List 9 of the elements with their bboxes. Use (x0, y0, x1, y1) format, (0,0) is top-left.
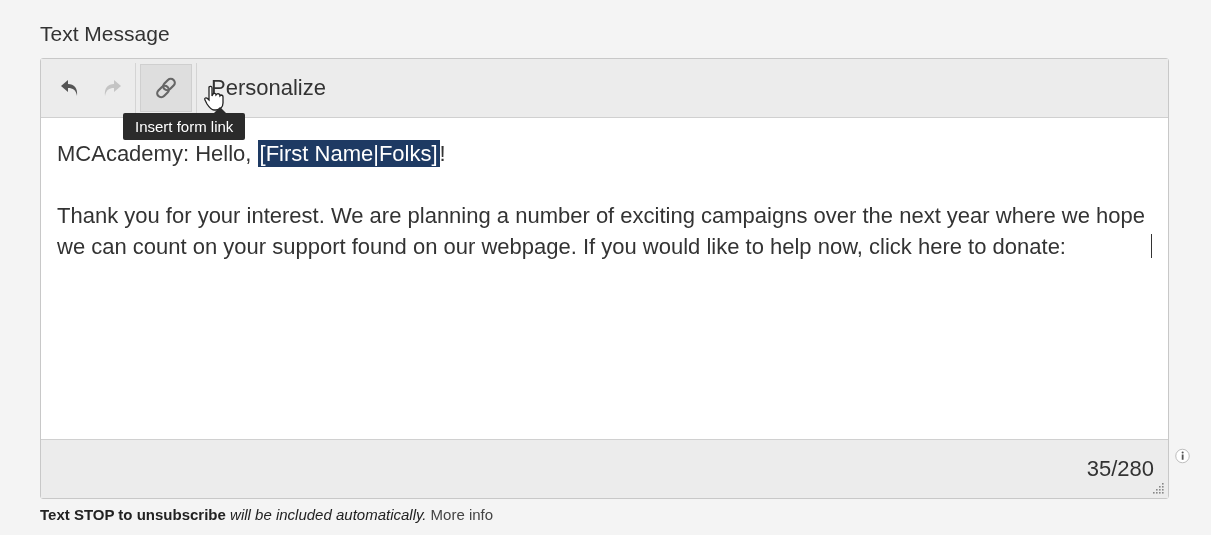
greeting-text: ! (439, 141, 446, 166)
section-label: Text Message (40, 22, 170, 46)
character-counter: 35/280 (1086, 456, 1154, 482)
merge-tag[interactable]: [First Name|Folks] (257, 140, 440, 167)
message-text: Thank you for your interest. We are planning a number of exciting campaigns over the next year where we hope we can count on your support found on our webpage. If you would like to help now, click here to donate: (57, 202, 1146, 261)
greeting-text: MCAcademy: Hello, (57, 141, 253, 166)
personalize-button[interactable]: Personalize (201, 75, 336, 101)
unsubscribe-note: Text STOP to unsubscribe will be included automatically. (40, 506, 427, 523)
more-info-link[interactable]: More info (430, 506, 494, 523)
